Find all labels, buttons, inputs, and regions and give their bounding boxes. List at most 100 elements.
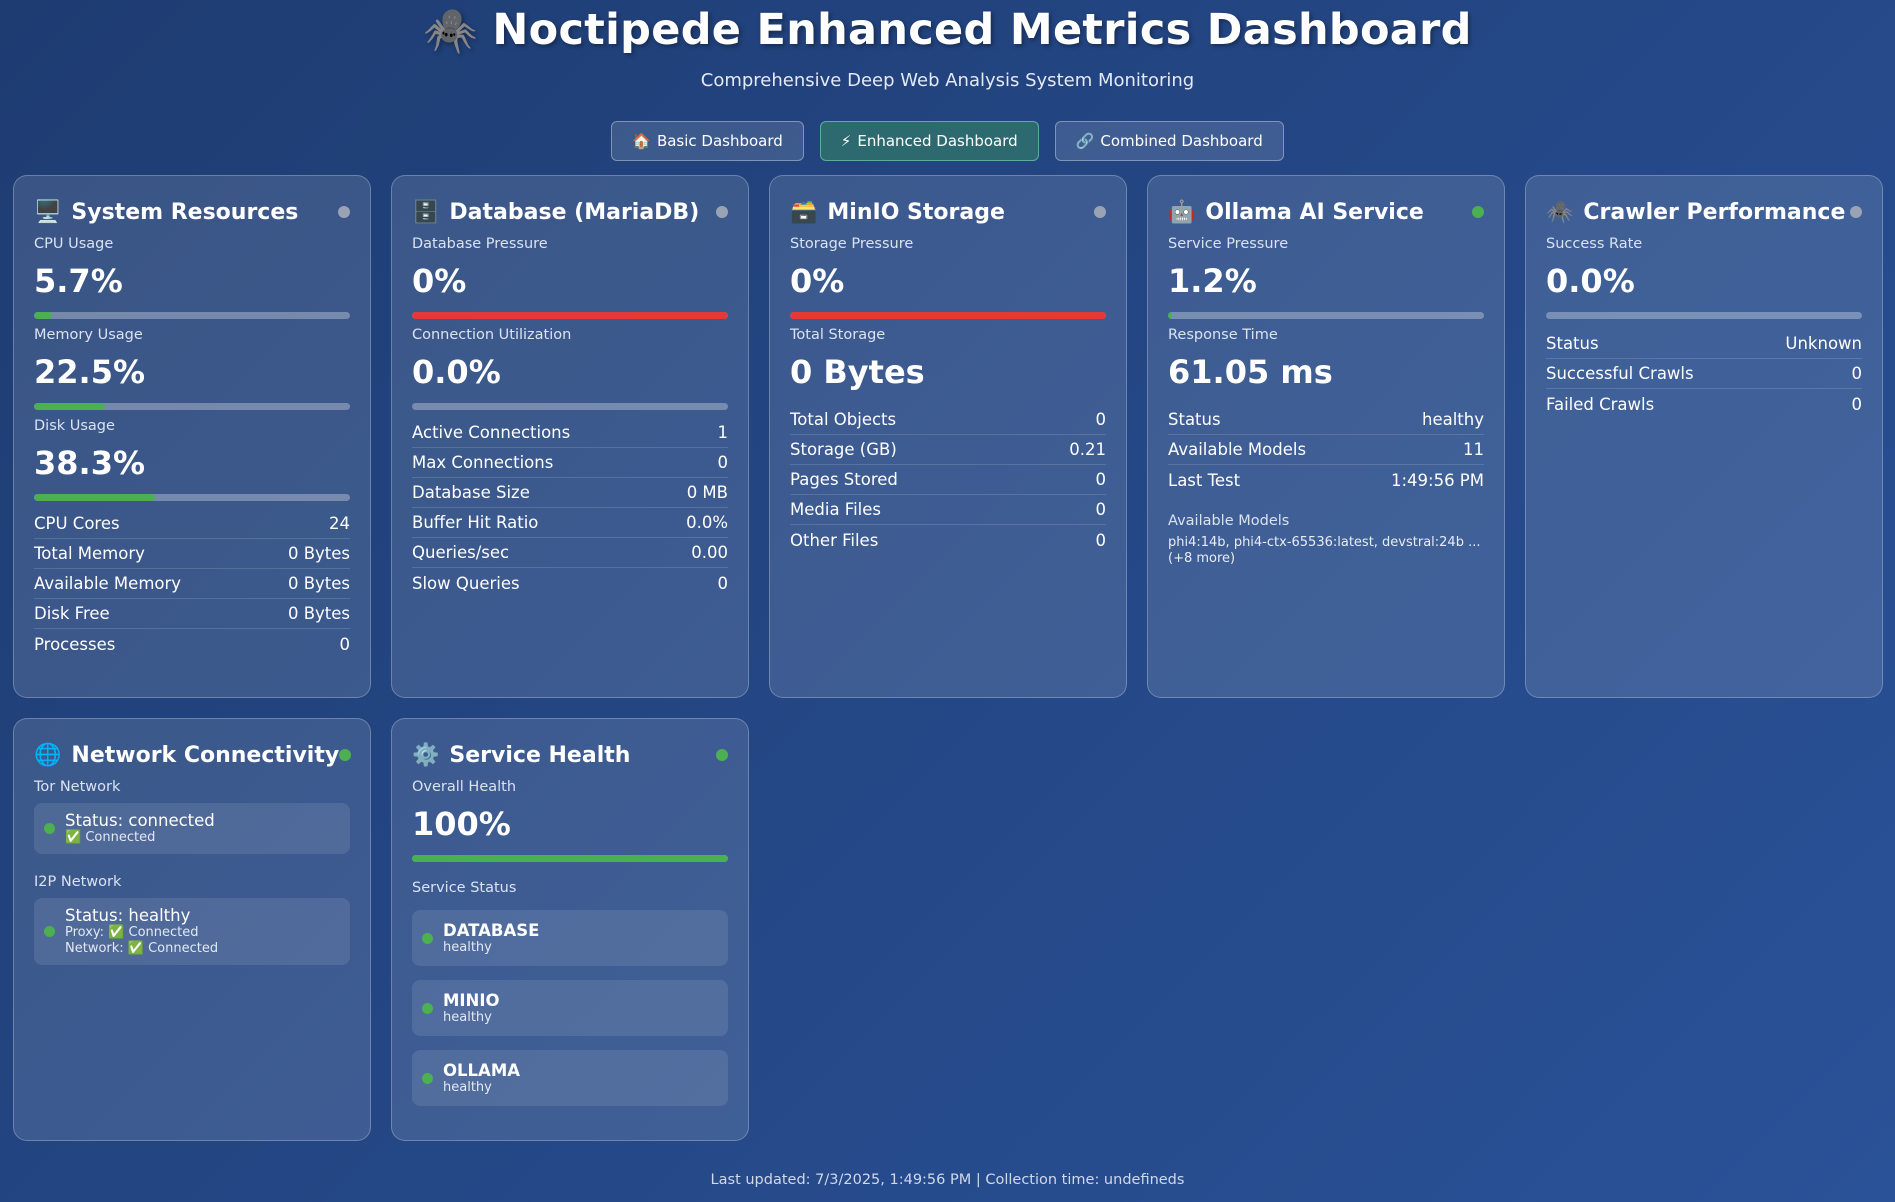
stat-label: Slow Queries [412,573,520,593]
stat-value: 0.0% [686,513,728,532]
spider-icon: 🕷️ [1546,199,1574,225]
database-icon: 🗄️ [412,199,440,225]
globe-icon: 🌐 [34,742,62,768]
i2p-proxy-text: Proxy: ✅ Connected [65,925,199,940]
overall-health-value: 100% [412,805,511,843]
stat-row: Media Files 0 [790,495,1106,525]
status-indicator [1472,206,1484,218]
card-title-text: Ollama AI Service [1205,199,1424,225]
stat-label: Storage (GB) [790,440,897,459]
stat-value: 0 [1095,530,1107,550]
storage-pressure-value: 0% [790,262,845,300]
database-pressure-bar [412,312,728,319]
stat-row: Disk Free 0 Bytes [34,599,350,629]
memory-usage-label: Memory Usage [34,327,143,343]
crawler-stats-list: Status Unknown Successful Crawls 0 Failed … [1546,329,1862,419]
status-indicator [1094,206,1106,218]
crawler-performance-card: 🕷️ Crawler Performance Success Rate 0.0%… [1525,175,1883,698]
i2p-network-label: I2P Network [34,874,122,890]
disk-usage-bar-fill [34,494,156,501]
total-storage-label: Total Storage [790,327,886,343]
stat-row: Database Size 0 MB [412,478,728,508]
success-rate-label: Success Rate [1546,236,1643,252]
stat-value: 0 Bytes [287,544,350,563]
response-time-value: 61.05 ms [1168,353,1333,391]
available-models-list: phi4:14b, phi4-ctx-65536:latest, devstra… [1168,535,1481,566]
stat-label: Processes [34,634,116,654]
stat-row: Processes 0 [34,629,350,659]
service-state: healthy [443,1080,492,1095]
minio-stats-list: Total Objects 0 Storage (GB) 0.21 Pages St… [790,405,1106,555]
disk-usage-value: 38.3% [34,444,146,482]
card-title: 🗃️ MinIO Storage [790,200,1005,225]
stat-label: Other Files [790,530,879,550]
stat-value: 0 [717,573,729,593]
memory-usage-bar [34,403,350,410]
connection-utilization-bar [412,403,728,410]
tor-status-text: Status: connected [65,811,215,830]
page-title-text: Noctipede Enhanced Metrics Dashboard [492,5,1472,55]
database-stats-list: Active Connections 1 Max Connections 0 Dat… [412,418,728,598]
card-title: 🗄️ Database (MariaDB) [412,200,699,225]
stat-row: Buffer Hit Ratio 0.0% [412,508,728,538]
i2p-status-box: Status: healthy Proxy: ✅ Connected Netwo… [34,898,350,965]
stat-label: Disk Free [34,604,110,623]
tor-status-dot [44,823,55,834]
card-title-text: Database (MariaDB) [449,199,700,225]
overall-health-bar-fill [412,855,728,862]
last-updated-footer: Last updated: 7/3/2025, 1:49:56 PM | Col… [710,1172,1185,1188]
stat-row: Storage (GB) 0.21 [790,435,1106,465]
stat-value: 0 Bytes [287,574,350,593]
stat-label: Max Connections [412,453,554,472]
cpu-usage-label: CPU Usage [34,236,114,252]
stat-label: Status [1168,410,1221,429]
stat-row: Failed Crawls 0 [1546,389,1862,419]
stat-row: Total Memory 0 Bytes [34,539,350,569]
service-status-item: OLLAMA healthy [412,1050,728,1106]
card-title-text: Network Connectivity [71,742,340,768]
stat-row: Active Connections 1 [412,418,728,448]
service-status-item: MINIO healthy [412,980,728,1036]
service-health-card: ⚙️ Service Health Overall Health 100% Se… [391,718,749,1141]
memory-usage-value: 22.5% [34,353,146,391]
cpu-usage-value: 5.7% [34,262,123,300]
ollama-service-card: 🤖 Ollama AI Service Service Pressure 1.2… [1147,175,1505,698]
available-models-label: Available Models [1168,513,1290,529]
combined-dashboard-button[interactable]: 🔗 Combined Dashboard [1054,121,1284,161]
stat-row: Pages Stored 0 [790,465,1106,495]
stat-value: 0 [1095,470,1107,489]
system-stats-list: CPU Cores 24 Total Memory 0 Bytes Availabl… [34,509,350,659]
stat-row: Status Unknown [1546,329,1862,359]
lightning-icon: ⚡ [840,132,852,150]
cpu-usage-bar-fill [34,312,52,319]
basic-dashboard-button[interactable]: 🏠 Basic Dashboard [611,121,804,161]
stat-label: Status [1546,334,1599,353]
stat-row: Max Connections 0 [412,448,728,478]
stat-row: Total Objects 0 [790,405,1106,435]
enhanced-dashboard-button[interactable]: ⚡ Enhanced Dashboard [819,121,1039,161]
stat-label: Buffer Hit Ratio [412,513,539,532]
service-status-dot [422,932,433,944]
stat-label: Total Memory [34,544,145,563]
service-status-dot [422,1002,433,1014]
tor-status-box: Status: connected ✅ Connected [34,803,350,854]
card-title: 🤖 Ollama AI Service [1168,200,1424,225]
stat-row: Status healthy [1168,405,1484,435]
overall-health-label: Overall Health [412,779,517,795]
stat-row: Last Test 1:49:56 PM [1168,465,1484,495]
tor-connection-text: ✅ Connected [65,830,156,845]
monitor-icon: 🖥️ [34,199,62,225]
spider-icon: 🕷️ [423,5,479,56]
stat-row: Queries/sec 0.00 [412,538,728,568]
page-header: 🕷️ Noctipede Enhanced Metrics Dashboard … [0,0,1895,161]
system-resources-card: 🖥️ System Resources CPU Usage 5.7% Memor… [13,175,371,698]
home-icon: 🏠 [632,132,651,150]
stat-row: Slow Queries 0 [412,568,728,598]
i2p-status-text: Status: healthy [65,906,191,925]
minio-storage-card: 🗃️ MinIO Storage Storage Pressure 0% Tot… [769,175,1127,698]
card-title: 🌐 Network Connectivity [34,743,339,768]
overall-health-bar [412,855,728,862]
gear-icon: ⚙️ [412,742,440,768]
stat-value: 0 [1851,364,1863,383]
stat-label: CPU Cores [34,514,120,533]
